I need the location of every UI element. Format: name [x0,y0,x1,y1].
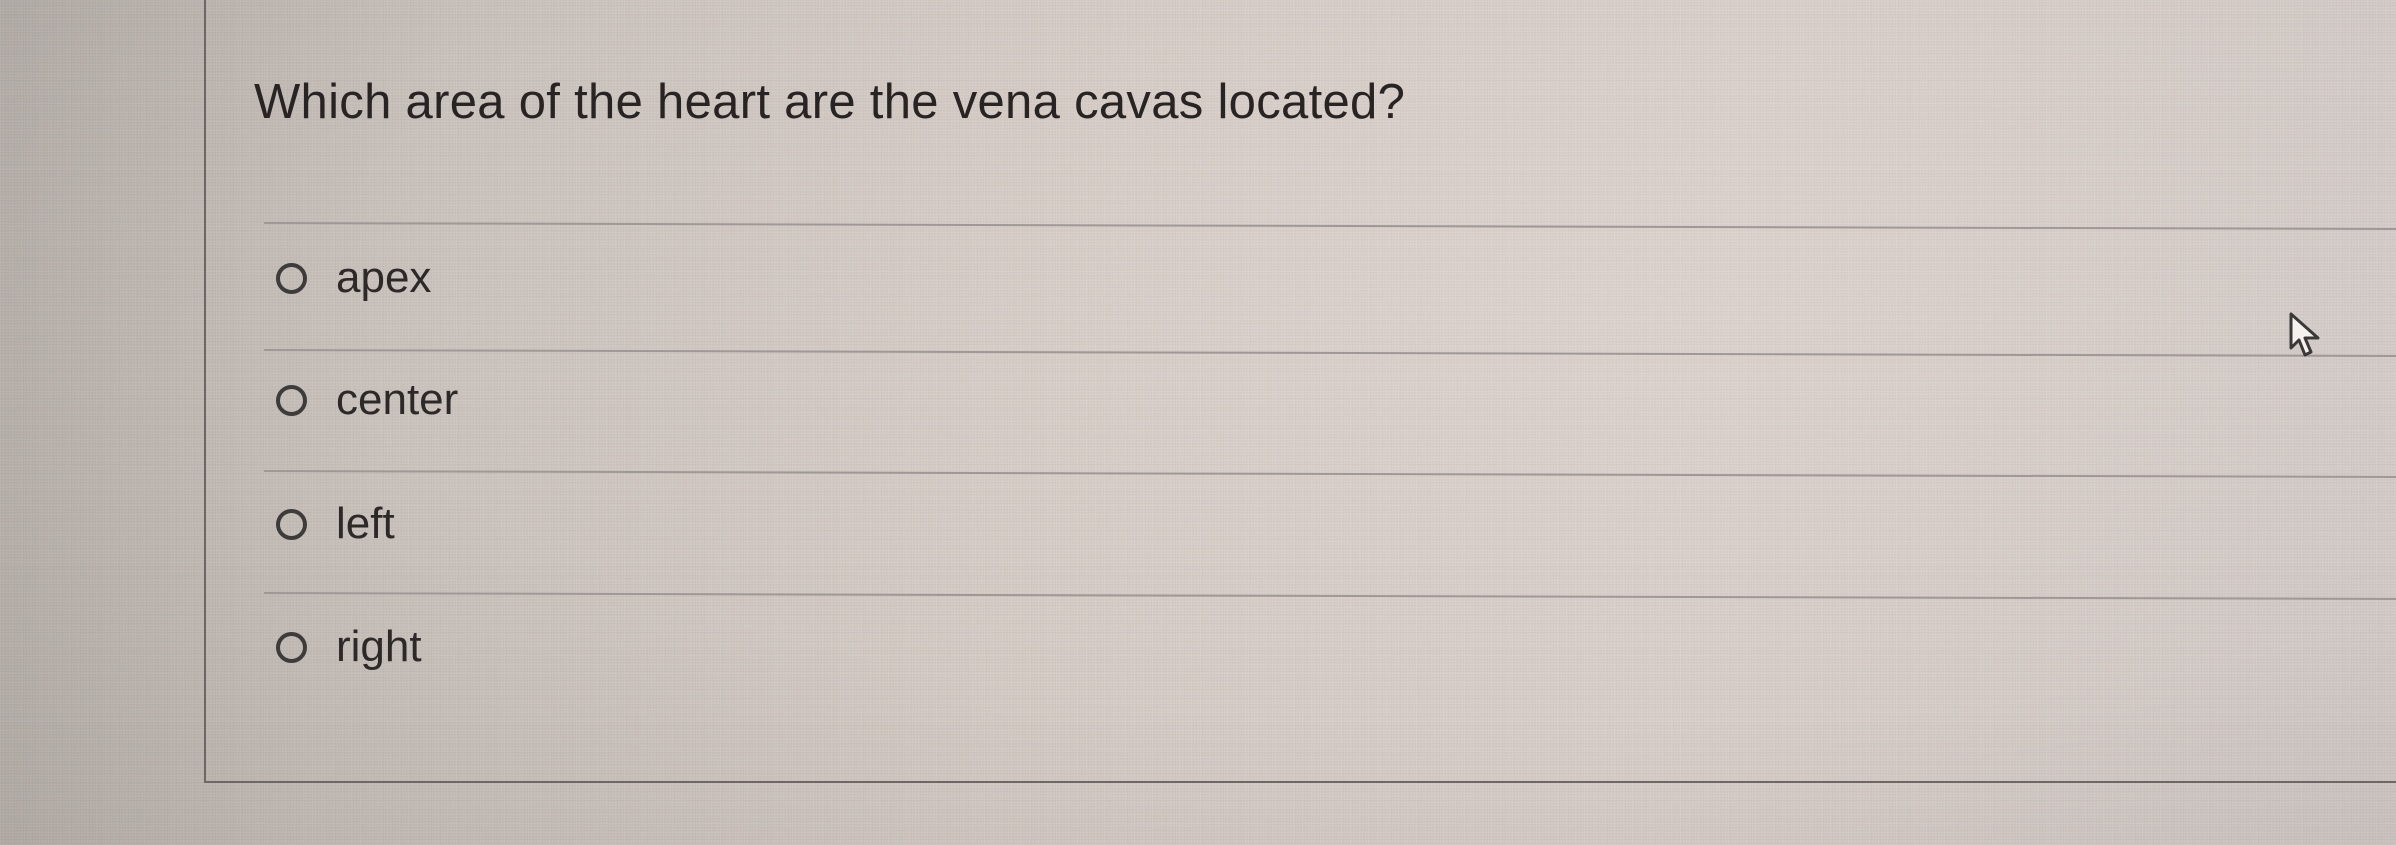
answer-label-center: center [336,375,459,424]
answer-label-left: left [336,499,395,548]
radio-button-icon[interactable] [276,508,307,540]
answer-label-apex: apex [336,253,432,302]
pointer-cursor-icon [2289,312,2320,357]
radio-button-icon[interactable] [276,384,307,416]
answer-option-center[interactable]: center [276,372,458,428]
answer-option-right[interactable]: right [276,619,422,675]
answer-option-left[interactable]: left [276,496,395,552]
answer-option-apex[interactable]: apex [276,250,431,306]
answer-label-right: right [336,622,422,671]
question-text: Which area of the heart are the vena cav… [254,75,1406,129]
radio-button-icon[interactable] [276,631,307,663]
radio-button-icon[interactable] [276,262,307,294]
